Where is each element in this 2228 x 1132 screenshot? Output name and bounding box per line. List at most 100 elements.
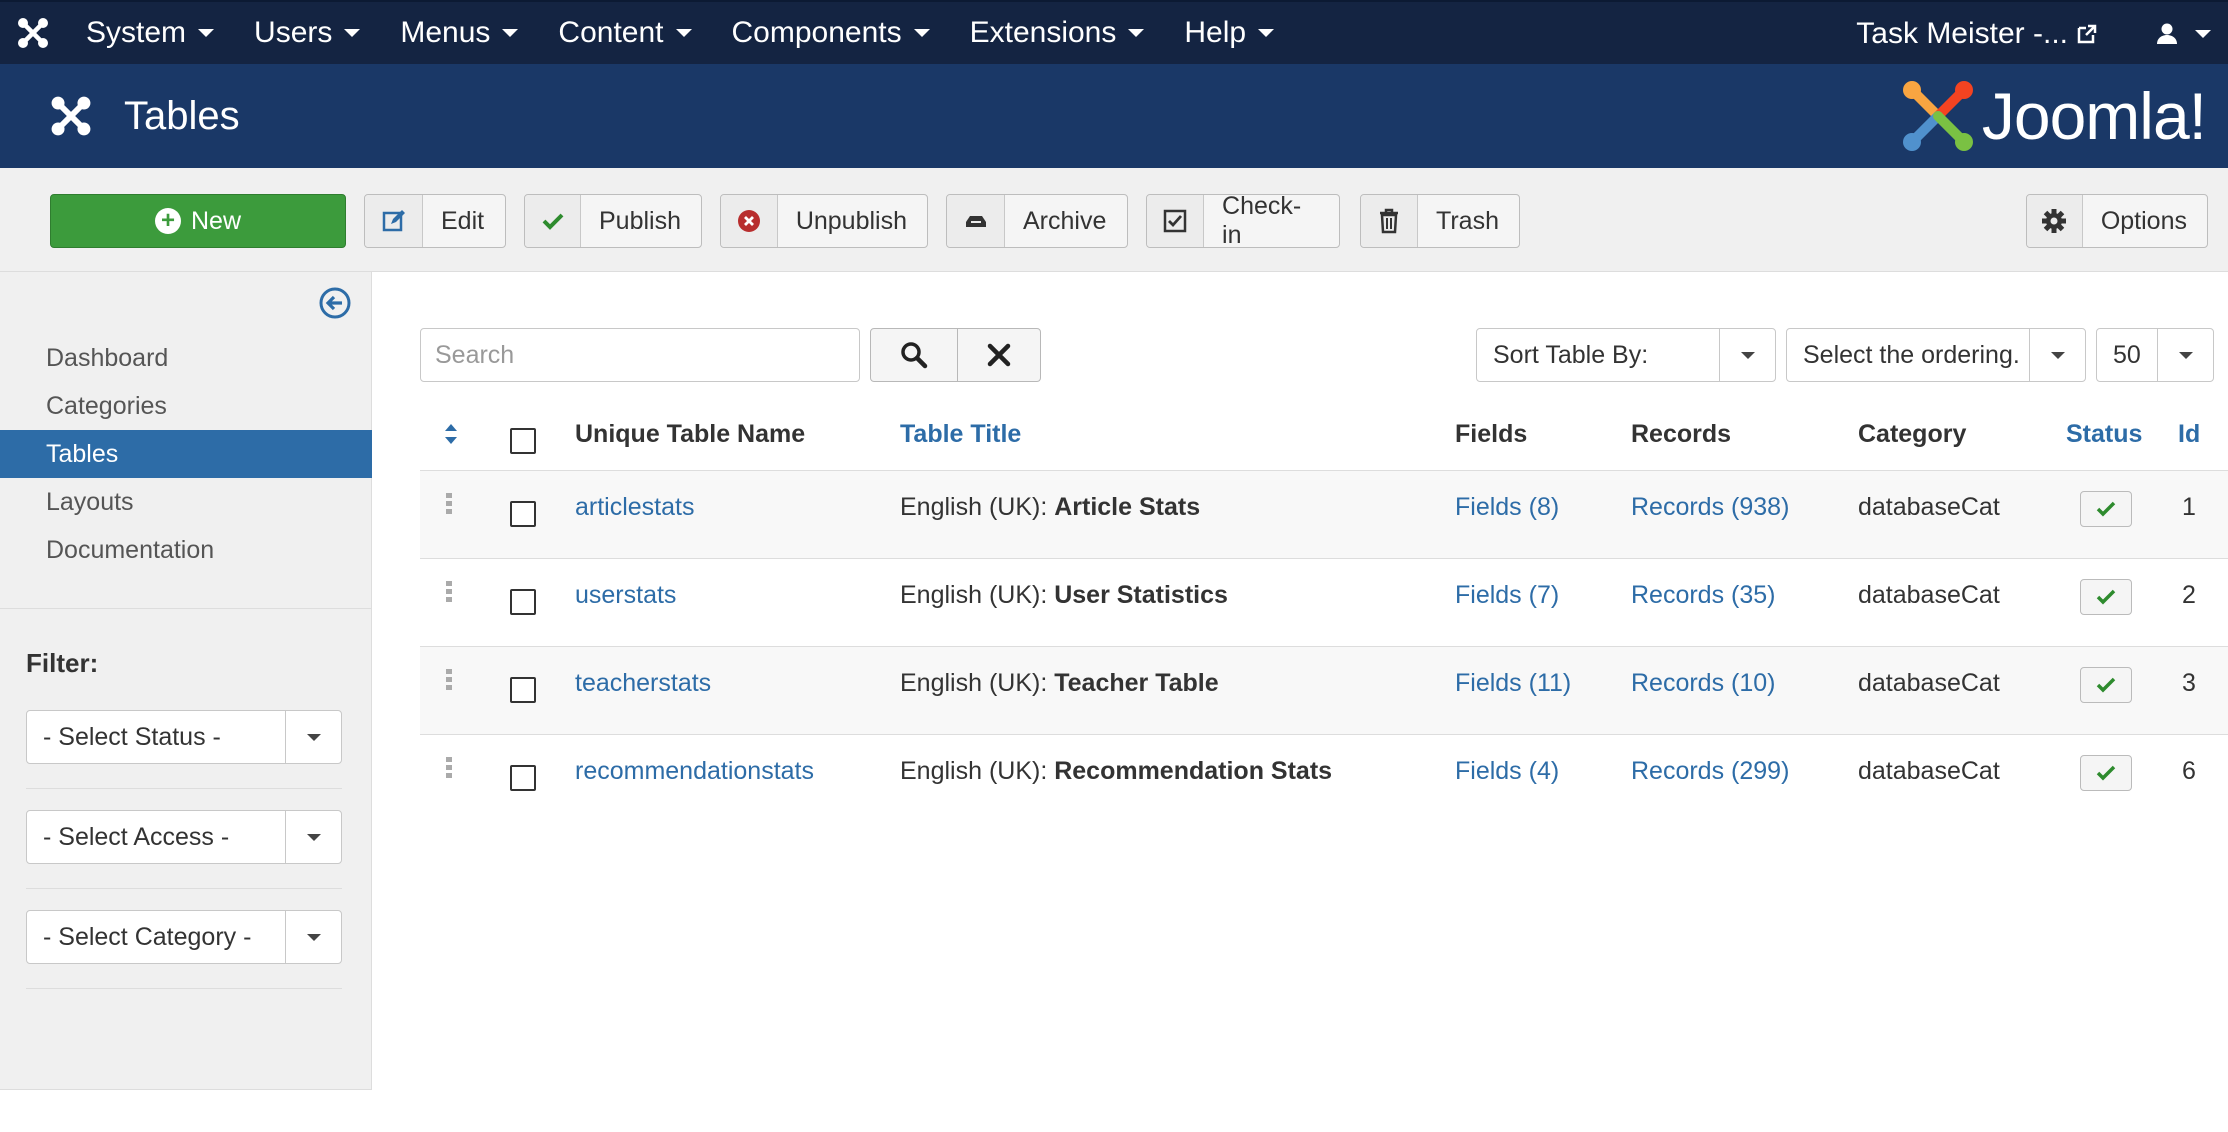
nav-help[interactable]: Help	[1164, 1, 1294, 65]
select-all-checkbox[interactable]	[510, 428, 536, 454]
joomla-icon	[48, 93, 94, 139]
caret-down-icon	[198, 29, 215, 37]
status-filter-value: - Select Status -	[43, 723, 221, 751]
edit-button[interactable]: Edit	[364, 194, 506, 248]
col-header-title[interactable]: Table Title	[900, 420, 1021, 449]
caret-down-icon	[502, 29, 519, 37]
records-link[interactable]: Records (938)	[1631, 493, 1789, 522]
fields-link[interactable]: Fields (7)	[1455, 581, 1559, 610]
user-menu[interactable]	[2138, 2, 2228, 66]
sidebar-item-categories[interactable]: Categories	[0, 382, 372, 430]
check-icon	[2096, 765, 2116, 781]
id-value: 2	[2182, 581, 2196, 609]
status-filter-select[interactable]: - Select Status -	[26, 710, 342, 764]
joomla-menu-icon[interactable]	[0, 1, 66, 65]
col-header-id[interactable]: Id	[2178, 420, 2200, 449]
sidebar-nav: Dashboard Categories Tables Layouts Docu…	[0, 334, 372, 574]
table-title: English (UK): Recommendation Stats	[900, 757, 1332, 786]
sidebar-item-tables[interactable]: Tables	[0, 430, 372, 478]
unpublish-button[interactable]: Unpublish	[720, 194, 928, 248]
list-limit-select[interactable]: 50	[2096, 328, 2214, 382]
category-filter-select[interactable]: - Select Category -	[26, 910, 342, 964]
title-language: English (UK):	[900, 669, 1048, 697]
ordering-value: Select the ordering.	[1803, 341, 2020, 369]
col-header-status[interactable]: Status	[2066, 420, 2142, 449]
search-input[interactable]: Search	[420, 328, 860, 382]
check-icon	[2096, 677, 2116, 693]
options-button[interactable]: Options	[2026, 194, 2208, 248]
new-button-label: New	[190, 206, 241, 235]
chevron-down-icon	[1719, 329, 1775, 381]
drag-handle-icon[interactable]	[446, 581, 452, 603]
col-header-records: Records	[1631, 420, 1732, 448]
publish-button[interactable]: Publish	[524, 194, 702, 248]
status-toggle[interactable]	[2080, 579, 2132, 615]
check-icon	[525, 195, 581, 247]
drag-handle-icon[interactable]	[446, 757, 452, 779]
table-name-link[interactable]: recommendationstats	[575, 757, 814, 786]
trash-button[interactable]: Trash	[1360, 194, 1520, 248]
trash-icon	[1361, 195, 1419, 247]
nav-components-label: Components	[731, 16, 902, 49]
nav-content[interactable]: Content	[538, 1, 711, 65]
status-toggle[interactable]	[2080, 491, 2132, 527]
caret-down-icon	[675, 29, 692, 37]
sidebar-item-documentation[interactable]: Documentation	[0, 526, 372, 574]
nav-components[interactable]: Components	[712, 1, 950, 65]
nav-menus[interactable]: Menus	[380, 1, 538, 65]
joomla-logo: Joomla!	[1900, 78, 2207, 154]
row-checkbox[interactable]	[510, 501, 536, 527]
nav-system-label: System	[86, 16, 187, 49]
table-title: English (UK): Teacher Table	[900, 669, 1219, 698]
nav-system[interactable]: System	[66, 1, 234, 65]
filter-divider	[26, 988, 342, 989]
archive-button[interactable]: Archive	[946, 194, 1128, 248]
row-checkbox[interactable]	[510, 677, 536, 703]
status-toggle[interactable]	[2080, 755, 2132, 791]
records-link[interactable]: Records (299)	[1631, 757, 1789, 786]
category-value: databaseCat	[1858, 757, 2000, 785]
drag-handle-icon[interactable]	[446, 493, 452, 515]
unpublish-button-label: Unpublish	[795, 206, 907, 235]
chevron-down-icon	[285, 811, 341, 863]
col-header-name[interactable]: Unique Table Name	[575, 420, 805, 449]
nav-users[interactable]: Users	[234, 1, 380, 65]
sort-table-by-select[interactable]: Sort Table By:	[1476, 328, 1776, 382]
gear-icon	[2027, 195, 2083, 247]
new-button[interactable]: + New	[50, 194, 346, 248]
table-name-link[interactable]: articlestats	[575, 493, 694, 522]
collapse-sidebar-icon[interactable]	[318, 286, 352, 320]
nav-extensions[interactable]: Extensions	[950, 1, 1165, 65]
fields-link[interactable]: Fields (11)	[1455, 669, 1571, 698]
sidebar-item-dashboard[interactable]: Dashboard	[0, 334, 372, 382]
checkin-button[interactable]: Check-in	[1146, 192, 1340, 249]
title-text: Teacher Table	[1054, 669, 1219, 697]
external-link-icon	[2077, 24, 2097, 44]
records-link[interactable]: Records (10)	[1631, 669, 1776, 698]
fields-link[interactable]: Fields (4)	[1455, 757, 1559, 786]
ordering-select[interactable]: Select the ordering.	[1786, 328, 2086, 382]
row-checkbox[interactable]	[510, 765, 536, 791]
fields-link[interactable]: Fields (8)	[1455, 493, 1559, 522]
table-name-link[interactable]: userstats	[575, 581, 676, 610]
site-link[interactable]: Task Meister -...	[1856, 17, 2138, 51]
edit-icon	[365, 195, 423, 247]
access-filter-value: - Select Access -	[43, 823, 230, 851]
title-text: Recommendation Stats	[1054, 757, 1333, 785]
toolbar: + New Edit Publish Unpublish Archive Che…	[0, 168, 2228, 272]
records-link[interactable]: Records (35)	[1631, 581, 1776, 610]
drag-handle-icon[interactable]	[446, 669, 452, 691]
list-limit-value: 50	[2113, 341, 2141, 369]
clear-search-button[interactable]	[957, 328, 1041, 382]
access-filter-select[interactable]: - Select Access -	[26, 810, 342, 864]
nav-menus-label: Menus	[400, 16, 491, 49]
id-value: 6	[2182, 757, 2196, 785]
status-toggle[interactable]	[2080, 667, 2132, 703]
chevron-down-icon	[2029, 329, 2085, 381]
table-name-link[interactable]: teacherstats	[575, 669, 711, 698]
sidebar-item-layouts[interactable]: Layouts	[0, 478, 372, 526]
row-checkbox[interactable]	[510, 589, 536, 615]
search-button[interactable]	[870, 328, 958, 382]
col-header-category: Category	[1858, 420, 1967, 448]
ordering-sort-icon[interactable]	[442, 422, 460, 451]
